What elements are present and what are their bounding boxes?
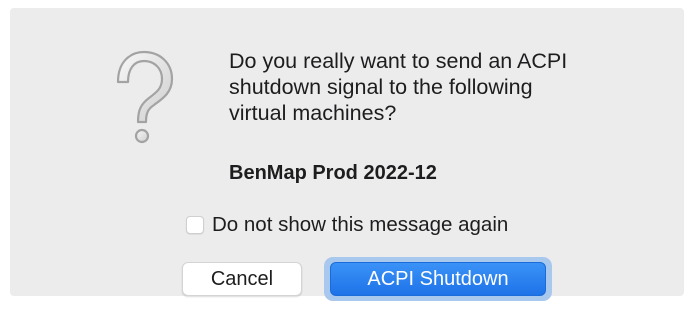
message-line: shutdown signal to the following xyxy=(229,75,533,99)
dont-show-again-label[interactable]: Do not show this message again xyxy=(212,213,508,237)
acpi-shutdown-button[interactable]: ACPI Shutdown xyxy=(330,262,546,296)
dont-show-again-checkbox[interactable] xyxy=(186,216,204,234)
message-line: virtual machines? xyxy=(229,101,397,125)
vm-name: BenMap Prod 2022-12 xyxy=(229,162,437,184)
dialog-message: Do you really want to send an ACPI shutd… xyxy=(229,48,669,126)
question-mark-icon xyxy=(116,50,174,144)
message-line: Do you really want to send an ACPI xyxy=(229,49,568,73)
cancel-button[interactable]: Cancel xyxy=(182,262,302,296)
shutdown-dialog: Do you really want to send an ACPI shutd… xyxy=(10,8,684,301)
dont-show-again-option[interactable]: Do not show this message again xyxy=(186,213,508,237)
